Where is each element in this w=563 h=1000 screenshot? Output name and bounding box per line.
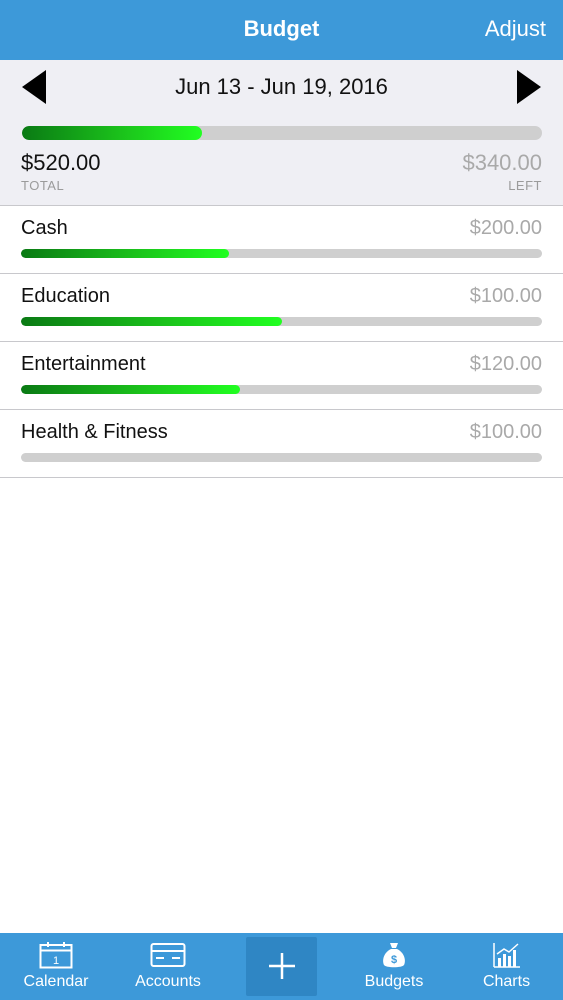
bar-chart-icon [492,943,520,968]
category-progress-fill [21,317,282,326]
category-row-education[interactable]: Education $100.00 [0,274,563,342]
tab-label: Calendar [23,973,89,990]
category-progress-fill [21,385,240,394]
category-progress-bar [21,385,542,394]
tab-label: Charts [482,973,531,990]
category-name: Health & Fitness [21,421,168,443]
category-progress-bar [21,317,542,326]
category-progress-bar [21,453,542,462]
svg-text:$: $ [391,954,397,966]
add-transaction-button[interactable] [246,937,317,996]
total-label: TOTAL [21,178,65,193]
category-amount: $100.00 [469,421,542,443]
tab-accounts[interactable]: Accounts [112,933,224,1000]
total-progress-fill [22,126,202,140]
plus-icon [268,953,295,979]
adjust-button[interactable]: Adjust [485,16,546,42]
category-amount: $100.00 [469,285,542,307]
tab-budgets[interactable]: $ Budgets [338,933,450,1000]
navigation-bar: Budget Adjust [0,0,563,60]
tab-calendar[interactable]: 1 Calendar [0,933,112,1000]
svg-text:1: 1 [53,955,59,967]
left-amount: $340.00 [462,150,542,175]
credit-card-icon [150,943,186,967]
category-amount: $120.00 [469,353,542,375]
tab-label: Accounts [135,973,201,990]
budget-summary: Jun 13 - Jun 19, 2016 $520.00 TOTAL $340… [0,60,563,206]
category-amount: $200.00 [469,217,542,239]
total-progress-bar [22,126,542,140]
tab-bar: 1 Calendar Accounts $ Budgets Charts [0,933,563,1000]
category-progress-fill [21,249,230,258]
triangle-right-icon [517,70,541,104]
tab-label: Budgets [364,973,424,990]
next-week-button[interactable] [517,70,541,104]
page-title: Budget [243,16,320,41]
total-amount: $520.00 [21,150,101,175]
category-row-entertainment[interactable]: Entertainment $120.00 [0,342,563,410]
category-name: Entertainment [21,353,146,375]
category-name: Education [21,285,110,307]
calendar-icon: 1 [39,942,73,969]
money-bag-icon: $ [383,943,405,968]
tab-charts[interactable]: Charts [450,933,563,1000]
left-label: LEFT [508,178,542,193]
category-name: Cash [21,217,68,239]
category-row-health-fitness[interactable]: Health & Fitness $100.00 [0,410,563,478]
category-progress-bar [21,249,542,258]
category-row-cash[interactable]: Cash $200.00 [0,206,563,274]
date-range: Jun 13 - Jun 19, 2016 [175,74,388,99]
